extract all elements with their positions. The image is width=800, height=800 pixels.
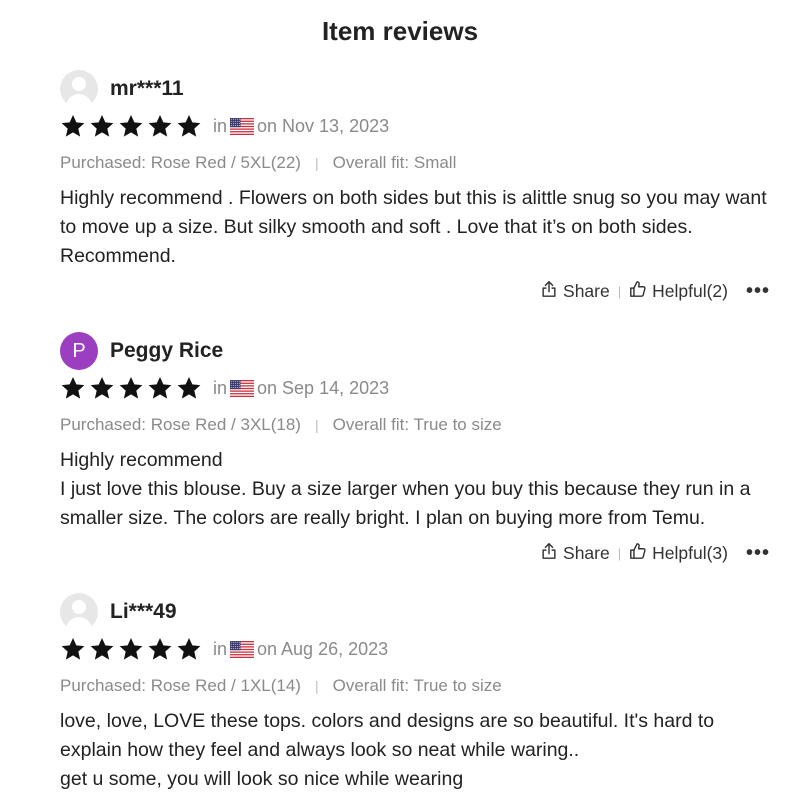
review-date: on Aug 26, 2023 [257,638,389,659]
share-button[interactable]: Share [540,542,610,565]
thumbs-up-icon [629,280,652,303]
review-card: P Peggy Rice in on Sep 14, 2023 Purchase… [60,332,780,564]
star-icon [89,375,115,401]
review-text: Highly recommend I just love this blouse… [60,449,751,529]
review-date: on Sep 14, 2023 [257,377,390,398]
star-icon [89,636,115,662]
us-flag-icon [230,379,255,397]
more-icon[interactable]: ••• [746,280,770,303]
divider: | [617,546,622,561]
default-avatar-icon [60,593,98,631]
star-icon [147,636,173,662]
default-avatar-icon [60,70,98,108]
star-icon [147,113,173,139]
purchased-variant: Purchased: Rose Red / 1XL(14) [60,676,301,695]
page-title: Item reviews [321,16,479,46]
star-icon [89,113,115,139]
review-card: Li***49 in on Aug 26, 2023 Purchased: Ro… [60,593,780,794]
star-icon [118,375,144,401]
review-actions: Share | Helpful(2) ••• [540,280,770,303]
divider: | [314,678,319,694]
star-rating [60,113,205,139]
divider: | [314,155,319,171]
reviewer-name: mr***11 [110,77,184,100]
star-icon [176,375,202,401]
helpful-button[interactable]: Helpful(3) [629,542,728,565]
purchased-variant: Purchased: Rose Red / 3XL(18) [60,415,301,434]
thumbs-up-icon [629,542,652,565]
star-rating [60,636,205,662]
us-flag-icon [230,640,255,658]
reviewer-name: Peggy Rice [110,339,224,362]
star-icon [60,375,86,401]
reviewer-name: Li***49 [110,600,177,623]
star-icon [176,113,202,139]
purchase-info: Purchased: Rose Red / 5XL(22) | Overall … [60,152,780,174]
reviewer-row: Li***49 [60,593,780,631]
rating-row: in on Nov 13, 2023 [60,110,780,142]
in-label: in [213,638,228,659]
more-icon[interactable]: ••• [746,542,770,565]
rating-row: in on Sep 14, 2023 [60,372,780,404]
helpful-button[interactable]: Helpful(2) [629,280,728,303]
overall-fit: Overall fit: True to size [332,676,502,695]
helpful-label: Helpful(3) [652,543,728,563]
divider: | [617,284,622,299]
review-actions: Share | Helpful(3) ••• [540,542,770,565]
share-label: Share [563,543,610,563]
purchased-variant: Purchased: Rose Red / 5XL(22) [60,153,301,172]
rating-row: in on Aug 26, 2023 [60,633,780,665]
avatar: P [60,332,98,370]
us-flag-icon [230,117,255,135]
review-text: Highly recommend . Flowers on both sides… [60,187,767,267]
star-icon [147,375,173,401]
purchase-info: Purchased: Rose Red / 3XL(18) | Overall … [60,414,780,436]
review-text: love, love, LOVE these tops. colors and … [60,710,715,790]
in-label: in [213,115,228,136]
star-icon [60,113,86,139]
helpful-label: Helpful(2) [652,281,728,301]
share-button[interactable]: Share [540,280,610,303]
share-icon [540,280,563,303]
overall-fit: Overall fit: True to size [332,415,502,434]
star-icon [176,636,202,662]
star-icon [60,636,86,662]
star-rating [60,375,205,401]
in-label: in [213,377,228,398]
divider: | [314,417,319,433]
overall-fit: Overall fit: Small [332,153,457,172]
reviewer-row: mr***11 [60,70,780,108]
purchase-info: Purchased: Rose Red / 1XL(14) | Overall … [60,675,780,697]
star-icon [118,636,144,662]
review-date: on Nov 13, 2023 [257,115,390,136]
share-icon [540,542,563,565]
review-card: mr***11 in on Nov 13, 2023 Purchased: Ro… [60,70,780,302]
share-label: Share [563,281,610,301]
reviewer-row: P Peggy Rice [60,332,780,370]
star-icon [118,113,144,139]
